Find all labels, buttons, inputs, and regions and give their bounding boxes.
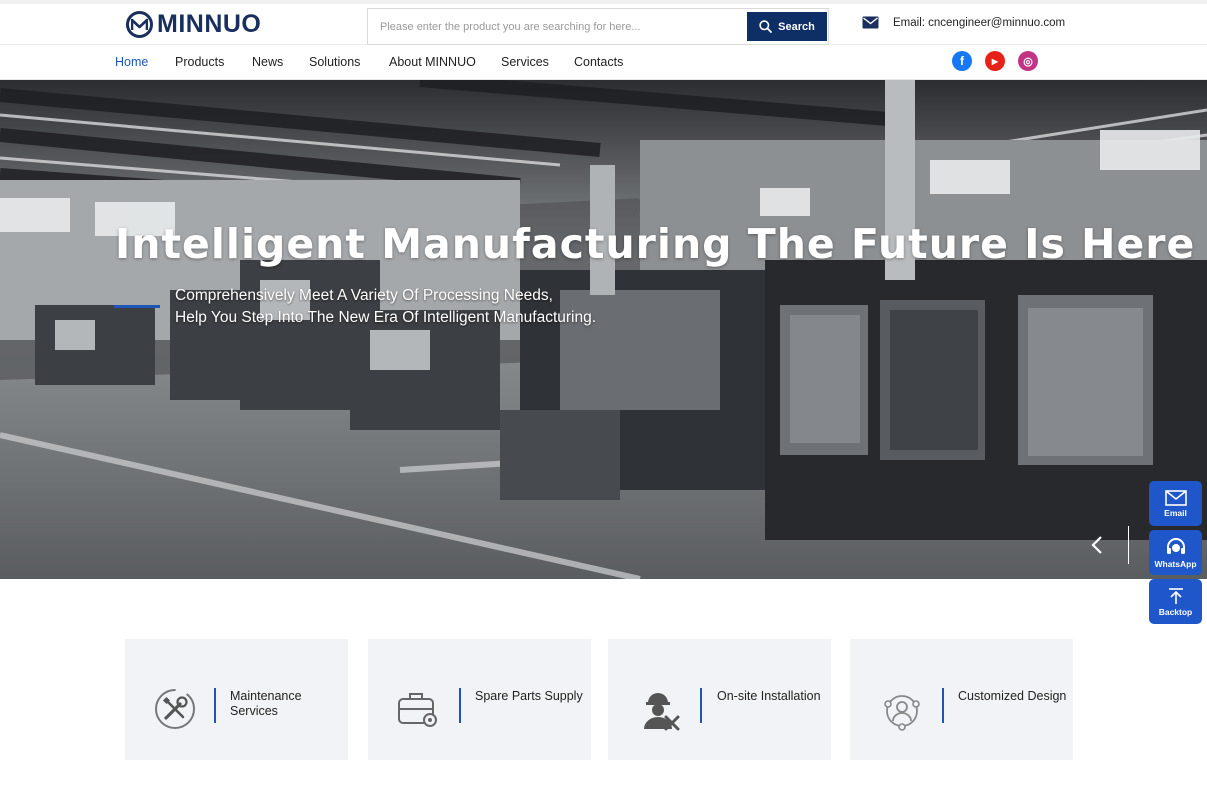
toolbox-gear-icon bbox=[398, 693, 437, 727]
logo-text: MINNUO bbox=[157, 9, 262, 38]
search-input[interactable] bbox=[369, 10, 745, 43]
service-divider bbox=[214, 688, 216, 723]
header-email[interactable]: Email: cncengineer@minnuo.com bbox=[862, 16, 1065, 29]
hero-title: Intelligent Manufacturing The Future Is … bbox=[115, 220, 1196, 268]
nav-item-solutions[interactable]: Solutions bbox=[309, 55, 360, 69]
search-box: Search bbox=[367, 8, 829, 45]
float-whatsapp-button[interactable]: WhatsApp bbox=[1149, 530, 1202, 575]
main-nav: Home Products News Solutions About MINNU… bbox=[0, 45, 1207, 80]
hero-subtitle-line-2: Help You Step Into The New Era Of Intell… bbox=[175, 309, 597, 326]
facebook-icon[interactable]: f bbox=[952, 51, 972, 71]
service-label: On-site Installation bbox=[717, 689, 821, 703]
nav-item-contacts[interactable]: Contacts bbox=[574, 55, 623, 69]
instagram-icon[interactable]: ◎ bbox=[1018, 51, 1038, 71]
nav-item-services[interactable]: Services bbox=[501, 55, 549, 69]
logo-mark-icon bbox=[126, 10, 153, 38]
worker-icon bbox=[644, 693, 680, 731]
search-button-label: Search bbox=[778, 20, 815, 33]
envelope-icon bbox=[862, 16, 879, 29]
youtube-icon[interactable]: ▶ bbox=[985, 51, 1005, 71]
nav-item-about[interactable]: About MINNUO bbox=[389, 55, 476, 69]
envelope-icon bbox=[1164, 489, 1187, 506]
hero-subtitle-line-1: Comprehensively Meet A Variety Of Proces… bbox=[175, 287, 553, 304]
search-button[interactable]: Search bbox=[747, 12, 827, 41]
service-card-customized[interactable]: Customized Design bbox=[850, 639, 1073, 760]
service-label: Spare Parts Supply bbox=[475, 689, 583, 703]
headset-icon bbox=[1166, 537, 1185, 554]
nav-item-home[interactable]: Home bbox=[115, 55, 148, 69]
nav-item-products[interactable]: Products bbox=[175, 55, 224, 69]
service-divider bbox=[459, 688, 461, 723]
service-card-maintenance[interactable]: Maintenance Services bbox=[125, 639, 348, 760]
service-card-installation[interactable]: On-site Installation bbox=[608, 639, 831, 760]
hero-banner: Intelligent Manufacturing The Future Is … bbox=[0, 80, 1207, 579]
factory-background-image bbox=[0, 80, 1207, 579]
service-divider bbox=[700, 688, 702, 723]
float-email-button[interactable]: Email bbox=[1149, 481, 1202, 526]
nav-item-news[interactable]: News bbox=[252, 55, 283, 69]
hero-accent-bar bbox=[114, 305, 160, 308]
float-backtop-label: Backtop bbox=[1158, 606, 1193, 617]
top-header: MINNUO Search Email: cncengineer@minnuo.… bbox=[0, 0, 1207, 45]
tools-icon bbox=[155, 689, 195, 729]
slider-prev-arrow-icon[interactable] bbox=[1085, 533, 1109, 557]
float-email-label: Email bbox=[1164, 507, 1187, 518]
service-label: Maintenance Services bbox=[230, 689, 302, 718]
search-icon bbox=[759, 20, 773, 33]
logo[interactable]: MINNUO bbox=[126, 9, 261, 39]
service-label: Customized Design bbox=[958, 689, 1067, 703]
service-divider bbox=[942, 688, 944, 723]
people-network-icon bbox=[884, 695, 920, 731]
float-backtop-button[interactable]: Backtop bbox=[1149, 579, 1202, 624]
float-whatsapp-label: WhatsApp bbox=[1154, 558, 1197, 569]
slider-divider bbox=[1128, 526, 1129, 564]
service-card-spare-parts[interactable]: Spare Parts Supply bbox=[368, 639, 591, 760]
arrow-up-icon bbox=[1168, 587, 1183, 604]
header-email-text: Email: cncengineer@minnuo.com bbox=[893, 16, 1066, 29]
hero-subtitle: Comprehensively Meet A Variety Of Proces… bbox=[175, 285, 596, 329]
